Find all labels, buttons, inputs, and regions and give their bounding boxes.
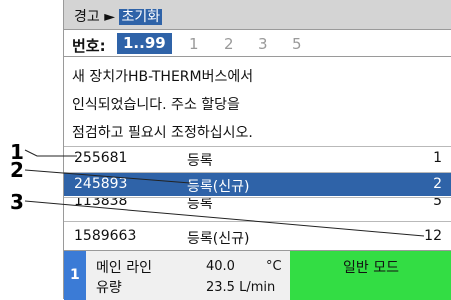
zone-number[interactable]: 1	[64, 251, 86, 300]
message-line-3: 점검하고 필요시 조정하십시오.	[72, 125, 253, 141]
operating-mode[interactable]: 일반 모드	[290, 251, 451, 300]
zone-label-line2: 유량	[96, 280, 122, 296]
device-number: 1589663	[74, 228, 137, 244]
page-2[interactable]: 2	[224, 35, 234, 53]
device-row[interactable]: 255681 등록 1	[64, 146, 451, 170]
device-index: 1	[433, 150, 442, 166]
device-status: 등록(신규)	[187, 179, 250, 195]
title-bar: 경고 ► 초기화	[64, 0, 451, 30]
callout-3: 3	[10, 190, 24, 214]
page-5[interactable]: 5	[292, 35, 302, 53]
breadcrumb: 경고 ► 초기화	[74, 6, 163, 26]
page-1[interactable]: 1	[189, 35, 199, 53]
number-label: 번호:	[72, 37, 106, 55]
message-line-1: 새 장치가HB-THERM버스에서	[72, 69, 254, 85]
device-row[interactable]: 113838 등록 5	[64, 197, 451, 219]
device-status: 등록(신규)	[187, 231, 250, 247]
device-number: 113838	[74, 197, 128, 209]
device-status: 등록	[187, 153, 213, 169]
breadcrumb-path: 경고 ►	[74, 9, 120, 25]
temperature-value: 40.0	[206, 259, 235, 274]
number-range-selector[interactable]: 1..99	[117, 33, 172, 54]
device-number: 245893	[74, 176, 128, 192]
device-status: 등록	[187, 197, 213, 212]
temperature-unit: °C	[266, 259, 282, 274]
flow-value: 23.5 L/min	[206, 280, 276, 295]
zone-info[interactable]: 메인 라인 유량 40.0 °C 23.5 L/min	[86, 251, 290, 300]
device-screen: 경고 ► 초기화 번호: 1..99 1 2 3 5 새 장치가HB-THERM…	[63, 0, 451, 300]
device-row-selected[interactable]: 245893 등록(신규) 2	[64, 172, 451, 196]
message-line-2: 인식되었습니다. 주소 할당을	[72, 97, 240, 113]
zone-label-line1: 메인 라인	[96, 260, 152, 276]
device-index: 12	[424, 228, 442, 244]
device-index: 5	[433, 197, 442, 209]
device-number: 255681	[74, 150, 128, 166]
number-bar: 번호: 1..99 1 2 3 5	[64, 31, 451, 57]
device-row[interactable]: 1589663 등록(신규) 12	[64, 221, 451, 250]
status-bar: 1 메인 라인 유량 40.0 °C 23.5 L/min 일반 모드	[64, 250, 451, 300]
breadcrumb-current[interactable]: 초기화	[119, 9, 163, 25]
page-3[interactable]: 3	[258, 35, 268, 53]
callout-2: 2	[10, 158, 24, 182]
device-index: 2	[433, 176, 442, 192]
